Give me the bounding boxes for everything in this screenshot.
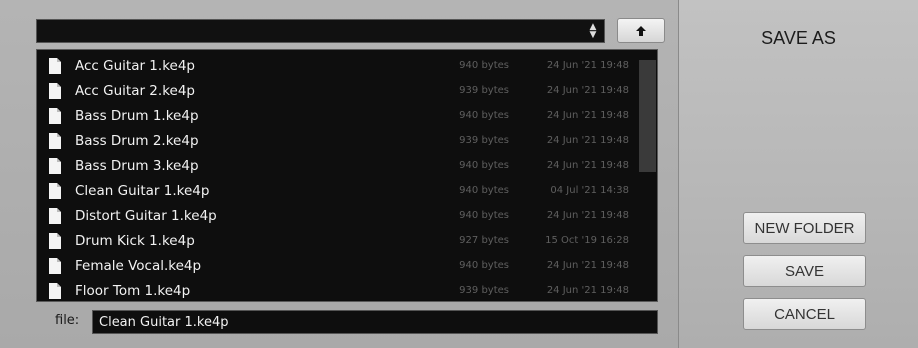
file-row[interactable]: Floor Tom 1.ke4p 939 bytes 24 Jun '21 19:4…	[37, 279, 637, 301]
file-size: 940 bytes	[459, 60, 509, 71]
document-icon	[49, 258, 61, 274]
file-size: 939 bytes	[459, 85, 509, 96]
file-list[interactable]: Acc Guitar 1.ke4p 940 bytes 24 Jun '21 19:…	[36, 49, 658, 302]
document-icon	[49, 133, 61, 149]
file-size: 927 bytes	[459, 235, 509, 246]
file-row[interactable]: Bass Drum 1.ke4p 940 bytes 24 Jun '21 19:4…	[37, 104, 637, 129]
file-date: 04 Jul '21 14:38	[550, 185, 629, 196]
file-size: 939 bytes	[459, 285, 509, 296]
file-row[interactable]: Bass Drum 3.ke4p 940 bytes 24 Jun '21 19:4…	[37, 154, 637, 179]
dialog-title: SAVE AS	[761, 28, 836, 48]
document-icon	[49, 158, 61, 174]
filename-input[interactable]	[92, 310, 658, 334]
file-row[interactable]: Acc Guitar 2.ke4p 939 bytes 24 Jun '21 19:…	[37, 79, 637, 104]
file-date: 24 Jun '21 19:48	[546, 260, 629, 271]
document-icon	[49, 58, 61, 74]
file-row[interactable]: Bass Drum 2.ke4p 939 bytes 24 Jun '21 19:4…	[37, 129, 637, 154]
file-date: 24 Jun '21 19:48	[546, 135, 629, 146]
cancel-button[interactable]: CANCEL	[743, 298, 866, 330]
file-size: 940 bytes	[459, 210, 509, 221]
parent-folder-button[interactable]	[617, 18, 665, 43]
file-name: Clean Guitar 1.ke4p	[75, 183, 210, 199]
file-date: 24 Jun '21 19:48	[546, 210, 629, 221]
document-icon	[49, 183, 61, 199]
document-icon	[49, 283, 61, 299]
save-button[interactable]: SAVE	[743, 255, 866, 287]
file-size: 940 bytes	[459, 260, 509, 271]
file-date: 24 Jun '21 19:48	[546, 285, 629, 296]
arrow-up-icon	[636, 25, 646, 36]
file-label: file:	[55, 313, 80, 328]
actions-panel: SAVE AS NEW FOLDER SAVE CANCEL	[679, 0, 918, 348]
file-date: 24 Jun '21 19:48	[546, 160, 629, 171]
file-size: 940 bytes	[459, 160, 509, 171]
file-name: Female Vocal.ke4p	[75, 258, 202, 274]
file-date: 24 Jun '21 19:48	[546, 110, 629, 121]
file-row[interactable]: Distort Guitar 1.ke4p 940 bytes 24 Jun '21…	[37, 204, 637, 229]
file-name: Floor Tom 1.ke4p	[75, 283, 191, 299]
file-name: Bass Drum 3.ke4p	[75, 158, 199, 174]
file-name: Acc Guitar 1.ke4p	[75, 58, 195, 74]
document-icon	[49, 208, 61, 224]
file-date: 15 Oct '19 16:28	[545, 235, 629, 246]
file-browser-panel: ▲ ▼ Acc Guitar 1.ke4p 940 bytes 24 Jun '21 …	[0, 0, 679, 348]
document-icon	[49, 233, 61, 249]
document-icon	[49, 108, 61, 124]
file-name: Bass Drum 2.ke4p	[75, 133, 199, 149]
file-size: 939 bytes	[459, 135, 509, 146]
file-row[interactable]: Female Vocal.ke4p 940 bytes 24 Jun '21 19:…	[37, 254, 637, 279]
file-row[interactable]: Clean Guitar 1.ke4p 940 bytes 04 Jul '21 1…	[37, 179, 637, 204]
file-row[interactable]: Drum Kick 1.ke4p 927 bytes 15 Oct '19 16:2…	[37, 229, 637, 254]
file-name: Acc Guitar 2.ke4p	[75, 83, 195, 99]
file-size: 940 bytes	[459, 110, 509, 121]
file-name: Bass Drum 1.ke4p	[75, 108, 199, 124]
scrollbar[interactable]	[637, 50, 657, 301]
file-size: 940 bytes	[459, 185, 509, 196]
document-icon	[49, 83, 61, 99]
up-down-arrows-icon: ▲ ▼	[589, 22, 597, 40]
new-folder-button[interactable]: NEW FOLDER	[743, 212, 866, 244]
file-row[interactable]: Acc Guitar 1.ke4p 940 bytes 24 Jun '21 19:…	[37, 54, 637, 79]
file-date: 24 Jun '21 19:48	[546, 60, 629, 71]
file-name: Drum Kick 1.ke4p	[75, 233, 195, 249]
file-date: 24 Jun '21 19:48	[546, 85, 629, 96]
file-name: Distort Guitar 1.ke4p	[75, 208, 217, 224]
folder-path-select[interactable]: ▲ ▼	[36, 19, 605, 43]
scrollbar-thumb[interactable]	[639, 60, 656, 172]
